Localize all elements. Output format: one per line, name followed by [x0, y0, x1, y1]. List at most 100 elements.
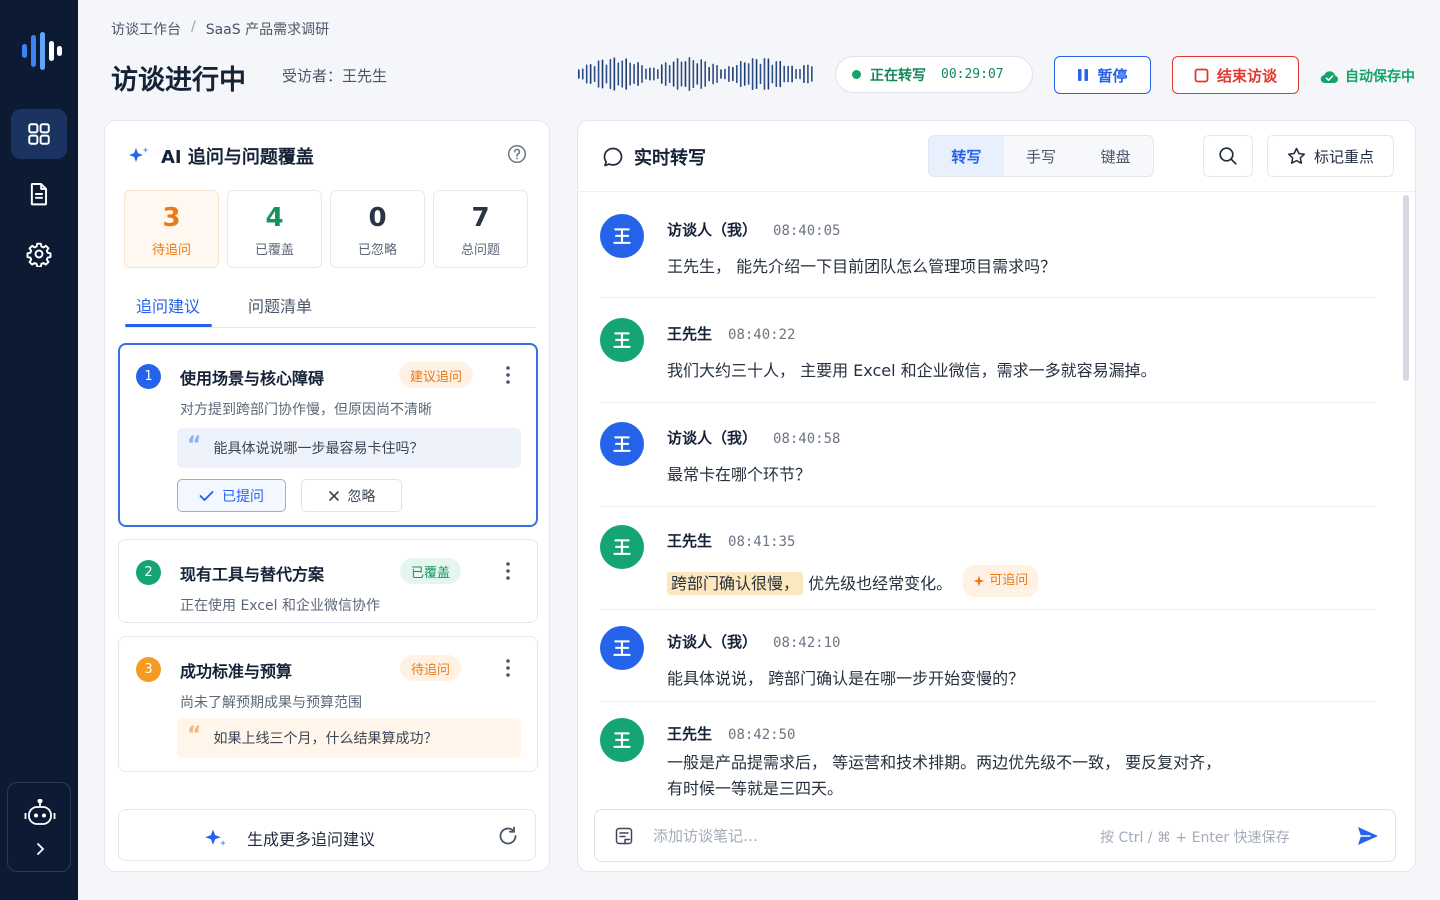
followup-text: 能具体说说哪一步最容易卡住吗？ — [213, 441, 424, 457]
waveform-bar — [767, 58, 770, 90]
waveform-bar — [672, 61, 675, 87]
waveform-bar — [664, 62, 667, 86]
message-text: 跨部门确认很慢， 优先级也经常变化。 可追问 — [667, 565, 1039, 597]
message-divider — [600, 297, 1376, 298]
status-label: 正在转写 — [870, 67, 926, 84]
waveform-bar — [712, 63, 714, 85]
search-icon — [1219, 147, 1237, 165]
highlighted-phrase[interactable]: 跨部门确认很慢， — [667, 572, 804, 595]
waveform-bar — [641, 65, 643, 83]
more-vertical-icon[interactable] — [503, 364, 513, 386]
mode-transcribe[interactable]: 转写 — [929, 136, 1004, 176]
gear-icon — [26, 242, 52, 267]
more-vertical-icon[interactable] — [503, 560, 513, 582]
sparkle-icon — [973, 575, 985, 587]
search-button[interactable] — [1203, 135, 1253, 177]
mark-highlight-button[interactable]: 标记重点 — [1267, 135, 1394, 177]
robot-icon — [24, 799, 56, 825]
waveform-bar — [633, 63, 635, 85]
waveform-bar — [799, 68, 801, 80]
question-card[interactable]: 1 使用场景与核心障碍 建议追问 对方提到跨部门协作慢，但原因尚不清晰 “ 能具… — [118, 343, 538, 527]
waveform-bar — [763, 58, 766, 90]
waveform-bar — [676, 58, 679, 90]
transcript-title: 实时转写 — [634, 148, 706, 169]
waveform-bar — [645, 68, 647, 80]
speaker-name: 王先生 — [667, 325, 713, 343]
waveform-bar — [688, 57, 691, 91]
question-card[interactable]: 3 成功标准与预算 待追问 尚未了解预期成果与预算范围 “ 如果上线三个月，什么… — [118, 636, 538, 772]
mode-handwrite[interactable]: 手写 — [1004, 136, 1079, 176]
waveform-bar — [625, 58, 627, 90]
mark-asked-label: 已提问 — [222, 488, 264, 505]
transcript-header: 实时转写 — [602, 144, 706, 170]
question-description: 正在使用 Excel 和企业微信协作 — [180, 598, 380, 614]
waveform-bar — [649, 67, 651, 81]
mode-keyboard[interactable]: 键盘 — [1078, 136, 1153, 176]
sidebar-item-dashboard[interactable] — [11, 109, 67, 159]
pause-label: 暂停 — [1097, 66, 1128, 85]
stat-value: 3 — [162, 203, 181, 233]
stat-pending[interactable]: 3 待追问 — [124, 190, 219, 268]
sidebar-item-documents[interactable] — [11, 169, 67, 219]
ignore-button[interactable]: 忽略 — [301, 479, 402, 512]
quote-icon: “ — [187, 433, 202, 458]
stat-ignored[interactable]: 0 已忽略 — [330, 190, 425, 268]
more-vertical-icon[interactable] — [503, 657, 513, 679]
breadcrumb-project[interactable]: SaaS 产品需求调研 — [206, 19, 329, 39]
avatar: 王 — [600, 214, 644, 258]
end-interview-button[interactable]: 结束访谈 — [1172, 56, 1299, 94]
waveform-bar — [771, 64, 774, 84]
mark-asked-button[interactable]: 已提问 — [177, 479, 286, 512]
help-icon[interactable] — [507, 144, 527, 164]
waveform-bar — [668, 64, 671, 84]
quote-icon: “ — [187, 723, 202, 748]
waveform-bar — [716, 64, 718, 84]
breadcrumb-workspace[interactable]: 访谈工作台 — [111, 19, 181, 39]
chevron-right-icon[interactable] — [31, 840, 49, 858]
stat-total[interactable]: 7 总问题 — [433, 190, 528, 268]
ai-followup-panel: AI 追问与问题覆盖 3 待追问 4 已覆盖 0 已忽略 7 总问题 追问建议 … — [104, 120, 550, 872]
generate-more-button[interactable]: 生成更多追问建议 — [118, 809, 536, 861]
question-number: 2 — [136, 560, 161, 585]
avatar: 王 — [600, 718, 644, 762]
message-text: 一般是产品提需求后， 等运营和技术排期。两边优先级不一致， 要反复对齐， 有时候… — [667, 750, 1221, 802]
waveform-bar — [791, 65, 793, 83]
note-input[interactable] — [653, 824, 1073, 848]
stat-value: 7 — [471, 203, 490, 233]
send-icon[interactable] — [1356, 825, 1380, 847]
sparkle-icon — [129, 147, 149, 162]
shortcut-hint: 按 Ctrl / ⌘ + Enter 快速保存 — [1100, 830, 1290, 846]
waveform-bar — [597, 60, 600, 88]
waveform-bar — [803, 64, 805, 84]
waveform-bar — [589, 63, 592, 85]
message-time: 08:42:50 — [728, 727, 796, 743]
waveform-bar — [653, 67, 655, 81]
waveform-bar — [585, 64, 588, 84]
message-time: 08:42:10 — [773, 635, 841, 651]
transcript-scrollbar[interactable] — [1403, 195, 1409, 381]
refresh-icon[interactable] — [497, 825, 519, 847]
waveform-bar — [795, 68, 797, 80]
cloud-check-icon — [1320, 70, 1338, 83]
question-title: 现有工具与替代方案 — [180, 565, 325, 584]
message-text: 王先生， 能先介绍一下目前团队怎么管理项目需求吗？ — [667, 257, 1057, 276]
question-description: 对方提到跨部门协作慢，但原因尚不清晰 — [180, 402, 432, 418]
waveform-bar — [621, 60, 624, 88]
waveform-bar — [637, 62, 639, 86]
waveform-bar — [581, 68, 584, 80]
speaker-name: 访谈人（我） — [667, 429, 758, 447]
message-divider — [600, 402, 1376, 403]
tab-question-list[interactable]: 问题清单 — [248, 293, 312, 317]
stat-covered[interactable]: 4 已覆盖 — [227, 190, 322, 268]
question-card[interactable]: 2 现有工具与替代方案 已覆盖 正在使用 Excel 和企业微信协作 — [118, 539, 538, 623]
pause-button[interactable]: 暂停 — [1054, 56, 1151, 94]
tab-followup-suggestions[interactable]: 追问建议 — [136, 293, 200, 317]
stop-icon — [1194, 68, 1209, 82]
breadcrumb-separator: / — [191, 19, 196, 35]
page-title: 访谈进行中 — [111, 65, 246, 96]
sidebar-item-settings[interactable] — [11, 229, 67, 279]
message-time: 08:40:22 — [728, 327, 796, 343]
followup-tag[interactable]: 可追问 — [963, 565, 1039, 597]
waveform-bar — [617, 62, 620, 86]
assistant-panel-toggle[interactable] — [7, 782, 71, 872]
